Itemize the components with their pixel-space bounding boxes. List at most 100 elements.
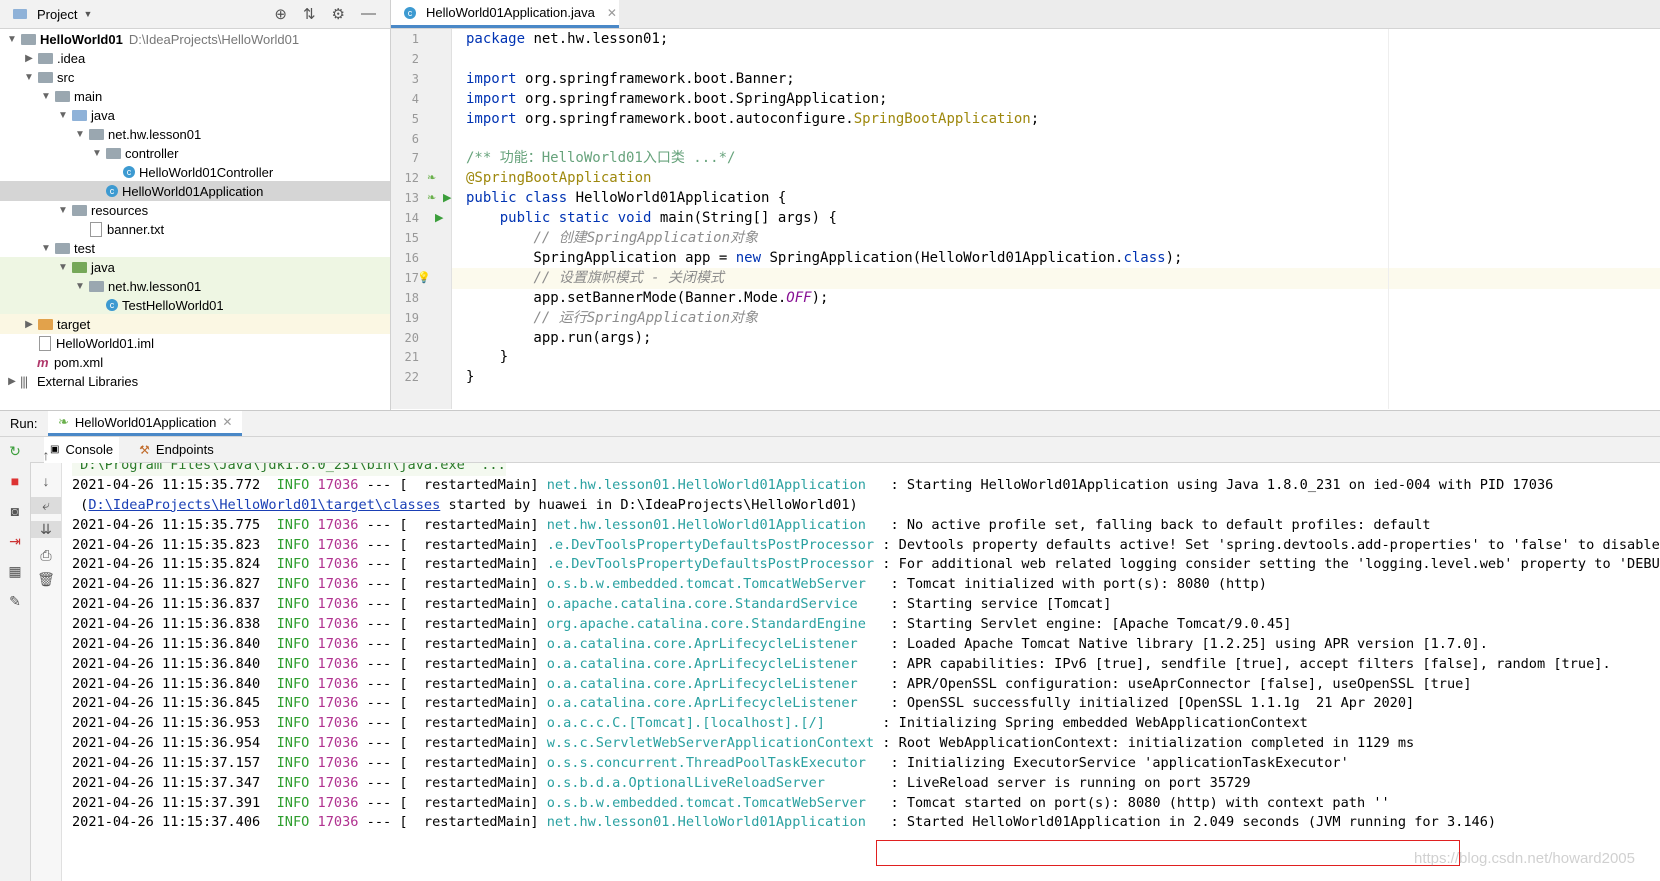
chevron-down-icon[interactable]: ▼	[40, 243, 52, 254]
tab-endpoints[interactable]: ⚒ Endpoints	[133, 437, 220, 463]
console-line: 2021-04-26 11:15:37.157 INFO 17036 --- […	[72, 753, 1349, 774]
close-icon[interactable]: ✕	[222, 415, 232, 429]
project-panel: Project ▼ ⊕ ⇅ ⚙ — ▼ HelloWorld01 D:\IdeaPr…	[0, 0, 391, 410]
chevron-down-icon[interactable]: ▼	[57, 110, 69, 121]
spring-bean-icon[interactable]: ❧	[427, 171, 436, 184]
pin-icon[interactable]: ✎	[0, 593, 30, 610]
tree-item[interactable]: ▶ ||| External Libraries	[0, 371, 390, 391]
log-pid: 17036	[317, 576, 359, 593]
tree-item-path: D:\IdeaProjects\HelloWorld01	[128, 31, 300, 47]
highlight-box	[876, 840, 1460, 866]
tree-item-label: target	[57, 316, 91, 332]
exit-icon[interactable]: ⇥	[0, 533, 30, 550]
code-line: public class HelloWorld01Application {	[452, 188, 1660, 209]
trash-icon[interactable]: 🗑	[31, 571, 61, 588]
locate-icon[interactable]: ⊕	[274, 5, 287, 23]
tree-item[interactable]: ▶ target	[0, 314, 390, 334]
project-panel-header: Project ▼ ⊕ ⇅ ⚙ —	[0, 0, 390, 29]
lightbulb-icon[interactable]: 💡	[417, 271, 431, 284]
console-output[interactable]: "D:\Program Files\Java\jdk1.8.0_231\bin\…	[62, 463, 1660, 881]
folder-icon	[55, 242, 70, 254]
log-pid: 17036	[317, 516, 359, 533]
code-token: new	[735, 249, 762, 266]
line-number: 6	[411, 131, 419, 146]
line-number: 5	[411, 111, 419, 126]
chevron-down-icon[interactable]: ▼	[74, 129, 86, 140]
class-icon: c	[106, 299, 118, 311]
tree-item-label: net.hw.lesson01	[108, 278, 202, 294]
project-view-selector[interactable]: Project	[37, 7, 77, 22]
tree-item[interactable]: ▼ HelloWorld01 D:\IdeaProjects\HelloWorld0…	[0, 29, 390, 49]
console-line: 2021-04-26 11:15:36.840 INFO 17036 --- […	[72, 634, 1488, 655]
code-line: import org.springframework.boot.autoconf…	[452, 109, 1660, 130]
log-thread: --- [ restartedMain]	[358, 655, 547, 672]
chevron-down-icon[interactable]: ▼	[91, 148, 103, 159]
editor-tab-active[interactable]: c HelloWorld01Application.java ✕	[391, 0, 619, 28]
console-path-link[interactable]: D:\IdeaProjects\HelloWorld01\target\clas…	[88, 497, 440, 513]
chevron-right-icon[interactable]: ▶	[23, 319, 35, 330]
chevron-right-icon[interactable]: ▶	[6, 376, 18, 387]
tree-item[interactable]: ▼ java	[0, 257, 390, 277]
soft-wrap-icon[interactable]: ⤶	[31, 497, 61, 514]
tree-item[interactable]: ▼ main	[0, 86, 390, 106]
arrow-down-icon[interactable]: ↓	[31, 473, 61, 489]
tree-item[interactable]: c HelloWorld01Application	[0, 181, 390, 201]
log-category: o.s.s.concurrent.ThreadPoolTaskExecutor	[546, 754, 883, 771]
chevron-right-icon[interactable]: ▶	[23, 53, 35, 64]
package-icon	[106, 147, 121, 159]
log-pid: 17036	[317, 615, 359, 632]
collapse-all-icon[interactable]: ⇅	[303, 5, 316, 23]
console-line: 2021-04-26 11:15:36.845 INFO 17036 --- […	[72, 693, 1414, 714]
tree-item[interactable]: ▼ test	[0, 238, 390, 258]
chevron-down-icon[interactable]: ▼	[6, 34, 18, 45]
tree-item[interactable]: banner.txt	[0, 219, 390, 239]
run-tab[interactable]: ❧ HelloWorld01Application ✕	[48, 411, 243, 436]
tree-item-label: pom.xml	[54, 354, 104, 370]
log-timestamp: 2021-04-26 11:15:37.406	[72, 814, 277, 831]
log-category: net.hw.lesson01.HelloWorld01Application	[546, 814, 883, 831]
chevron-down-icon[interactable]: ▼	[74, 281, 86, 292]
excluded-folder-icon	[38, 318, 53, 330]
chevron-down-icon[interactable]: ▼	[57, 262, 69, 273]
code-line: }	[452, 367, 1660, 388]
scroll-to-end-icon[interactable]: ⇊	[31, 521, 61, 538]
spring-bean-icon[interactable]: ❧	[427, 191, 436, 204]
chevron-down-icon[interactable]: ▼	[83, 9, 92, 19]
layout-icon[interactable]: ▦	[0, 563, 30, 580]
print-icon[interactable]: ⎙	[31, 547, 61, 564]
rerun-icon[interactable]: ↻	[0, 443, 30, 460]
line-number: 18	[404, 290, 419, 305]
tree-item[interactable]: m pom.xml	[0, 352, 390, 372]
tree-item-label: HelloWorld01	[40, 31, 123, 47]
log-level: INFO	[276, 615, 318, 632]
run-gutter-icon[interactable]: ▶	[443, 191, 451, 204]
arrow-up-icon[interactable]: ↑	[31, 447, 61, 463]
hide-icon[interactable]: —	[361, 5, 376, 23]
tree-item[interactable]: ▼ controller	[0, 143, 390, 163]
gear-icon[interactable]: ⚙	[332, 5, 345, 23]
log-thread: --- [ restartedMain]	[358, 477, 547, 493]
log-category: o.a.catalina.core.AprLifecycleListener	[546, 635, 883, 652]
tree-item[interactable]: ▼ resources	[0, 200, 390, 220]
chevron-down-icon[interactable]: ▼	[40, 91, 52, 102]
chevron-down-icon[interactable]: ▼	[23, 72, 35, 83]
tree-item[interactable]: ▼ src	[0, 67, 390, 87]
stop-icon[interactable]: ■	[0, 473, 30, 489]
camera-icon[interactable]: ◙	[0, 503, 30, 519]
tree-item[interactable]: c TestHelloWorld01	[0, 295, 390, 315]
log-category: o.apache.catalina.core.StandardService	[546, 596, 883, 613]
tree-item[interactable]: ▶ .idea	[0, 48, 390, 68]
tree-item[interactable]: ▼ net.hw.lesson01	[0, 276, 390, 296]
tree-item[interactable]: ▼ java	[0, 105, 390, 125]
tree-item[interactable]: HelloWorld01.iml	[0, 333, 390, 353]
chevron-down-icon[interactable]: ▼	[57, 205, 69, 216]
code-editor[interactable]: package net.hw.lesson01; import org.sprin…	[452, 29, 1660, 409]
log-category: org.apache.catalina.core.StandardEngine	[546, 615, 883, 632]
tree-item[interactable]: c HelloWorld01Controller	[0, 162, 390, 182]
tree-item[interactable]: ▼ net.hw.lesson01	[0, 124, 390, 144]
code-token: OFF	[786, 289, 812, 306]
close-icon[interactable]: ✕	[607, 6, 617, 20]
folder-icon	[72, 204, 87, 216]
run-gutter-icon[interactable]: ▶	[435, 211, 443, 224]
